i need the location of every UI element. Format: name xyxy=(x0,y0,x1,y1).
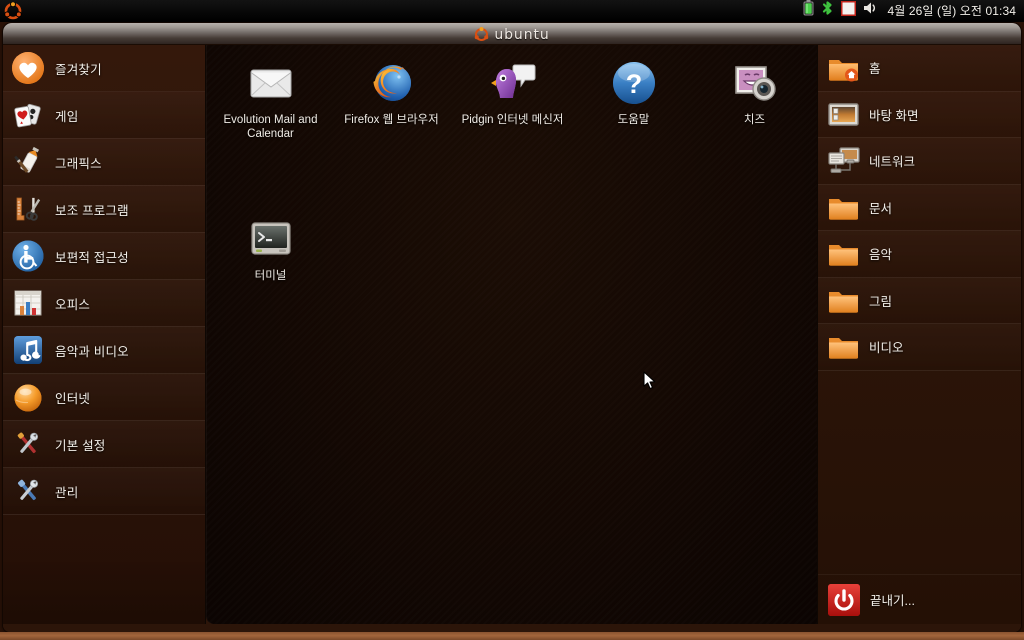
office-chart-icon xyxy=(11,286,45,320)
preferences-tools-icon xyxy=(11,427,45,461)
grid-row-gap xyxy=(210,151,817,209)
places-sidebar: 홈 바탕 화면 네트워크 문서 음악 그림 비디오 끝내기... xyxy=(817,45,1021,624)
place-item-music[interactable]: 음악 xyxy=(818,231,1021,278)
sound-video-note-icon xyxy=(11,333,45,367)
music-folder-icon xyxy=(827,237,860,270)
pictures-folder-icon xyxy=(827,284,860,317)
place-label: 음악 xyxy=(869,248,893,263)
bluetooth-icon[interactable] xyxy=(821,0,834,21)
desktop: 4월 26일 (일) 오전 01:34 ubuntu 즐겨찾기 게임 그래픽스 … xyxy=(0,0,1024,640)
ubuntu-logo-icon[interactable] xyxy=(4,0,22,20)
accessories-ruler-icon xyxy=(11,192,45,226)
sidebar-item-label: 기본 설정 xyxy=(55,438,106,453)
pidgin-bird-icon xyxy=(489,59,537,107)
sidebar-item-accessories[interactable]: 보조 프로그램 xyxy=(3,186,205,233)
place-label: 비디오 xyxy=(869,341,904,356)
window-body: 즐겨찾기 게임 그래픽스 보조 프로그램 보편적 접근성 오피스 음악과 비디오… xyxy=(3,45,1021,632)
sidebar-item-sound-video[interactable]: 음악과 비디오 xyxy=(3,327,205,374)
app-label: Evolution Mail and Calendar xyxy=(223,114,318,140)
app-cheese[interactable]: 치즈 xyxy=(694,53,815,151)
sidebar-item-preferences[interactable]: 기본 설정 xyxy=(3,421,205,468)
videos-folder-icon xyxy=(827,330,860,363)
app-label: 터미널 xyxy=(254,270,287,282)
administration-tools-icon xyxy=(11,474,45,508)
app-firefox[interactable]: Firefox 웹 브라우저 xyxy=(331,53,452,151)
place-item-home[interactable]: 홈 xyxy=(818,45,1021,92)
sidebar-item-label: 게임 xyxy=(55,109,79,124)
volume-icon[interactable] xyxy=(863,1,878,20)
place-label: 네트워크 xyxy=(869,155,916,170)
sidebar-item-label: 그래픽스 xyxy=(55,156,102,171)
category-sidebar: 즐겨찾기 게임 그래픽스 보조 프로그램 보편적 접근성 오피스 음악과 비디오… xyxy=(3,45,206,624)
sidebar-item-graphics[interactable]: 그래픽스 xyxy=(3,139,205,186)
place-item-network[interactable]: 네트워크 xyxy=(818,138,1021,185)
sidebar-filler xyxy=(3,562,205,624)
display-icon[interactable] xyxy=(840,0,856,21)
ubuntu-circle-icon xyxy=(474,27,489,42)
firefox-icon xyxy=(368,59,416,107)
place-label: 문서 xyxy=(869,201,893,216)
evolution-envelope-icon xyxy=(247,59,295,107)
app-label: Pidgin 인터넷 메신저 xyxy=(461,114,564,126)
window-title: ubuntu xyxy=(494,26,550,43)
graphics-paint-icon xyxy=(11,145,45,179)
app-pidgin[interactable]: Pidgin 인터넷 메신저 xyxy=(452,53,573,151)
sidebar-item-internet[interactable]: 인터넷 xyxy=(3,374,205,421)
quit-button[interactable]: 끝내기... xyxy=(818,574,1021,624)
accessibility-wheelchair-icon xyxy=(11,239,45,273)
sidebar-item-administration[interactable]: 관리 xyxy=(3,468,205,515)
app-terminal[interactable]: 터미널 xyxy=(210,209,331,294)
sidebar-item-games[interactable]: 게임 xyxy=(3,92,205,139)
place-label: 바탕 화면 xyxy=(869,108,919,123)
app-help[interactable]: ? 도움말 xyxy=(573,53,694,151)
place-label: 홈 xyxy=(869,62,881,77)
sidebar-item-label: 보편적 접근성 xyxy=(55,250,129,265)
sidebar-item-accessibility[interactable]: 보편적 접근성 xyxy=(3,233,205,280)
svg-text:?: ? xyxy=(625,69,642,99)
app-label: 도움말 xyxy=(617,114,650,126)
battery-icon[interactable] xyxy=(803,0,814,21)
window-titlebar: ubuntu xyxy=(3,23,1021,45)
sidebar-item-label: 즐겨찾기 xyxy=(55,62,102,77)
sidebar-item-label: 관리 xyxy=(55,485,79,500)
sidebar-item-label: 오피스 xyxy=(55,297,91,312)
app-label: Firefox 웹 브라우저 xyxy=(344,114,439,126)
power-icon xyxy=(828,583,860,616)
network-icon xyxy=(827,144,860,177)
app-evolution[interactable]: Evolution Mail and Calendar xyxy=(210,53,331,151)
place-label: 그림 xyxy=(869,294,893,309)
documents-folder-icon xyxy=(827,191,860,224)
clock[interactable]: 4월 26일 (일) 오전 01:34 xyxy=(885,2,1016,19)
help-question-icon: ? xyxy=(610,59,658,107)
sidebar-item-favorites[interactable]: 즐겨찾기 xyxy=(3,45,205,92)
place-item-videos[interactable]: 비디오 xyxy=(818,324,1021,371)
bottom-strip xyxy=(0,632,1024,640)
home-folder-icon xyxy=(827,51,860,84)
favorites-heart-icon xyxy=(11,51,45,85)
panel-left-area xyxy=(0,0,22,20)
place-item-desktop[interactable]: 바탕 화면 xyxy=(818,91,1021,138)
launcher-window: ubuntu 즐겨찾기 게임 그래픽스 보조 프로그램 보편적 접근성 오피스 … xyxy=(3,23,1021,632)
sidebar-item-label: 음악과 비디오 xyxy=(55,344,129,359)
sidebar-item-label: 보조 프로그램 xyxy=(55,203,129,218)
panel-tray: 4월 26일 (일) 오전 01:34 xyxy=(803,0,1024,21)
sidebar-item-office[interactable]: 오피스 xyxy=(3,280,205,327)
top-panel: 4월 26일 (일) 오전 01:34 xyxy=(0,0,1024,22)
places-spacer xyxy=(818,371,1021,575)
internet-globe-icon xyxy=(11,380,45,414)
place-item-documents[interactable]: 문서 xyxy=(818,184,1021,231)
quit-label: 끝내기... xyxy=(870,594,915,608)
application-grid: Evolution Mail and Calendar Firefox 웹 브라… xyxy=(206,45,817,294)
desktop-icon xyxy=(827,98,860,131)
app-label: 치즈 xyxy=(743,114,766,126)
games-cards-icon xyxy=(11,98,45,132)
sidebar-item-label: 인터넷 xyxy=(55,391,91,406)
place-item-pictures[interactable]: 그림 xyxy=(818,277,1021,324)
terminal-icon xyxy=(247,215,295,263)
application-area: Evolution Mail and Calendar Firefox 웹 브라… xyxy=(206,45,817,624)
cheese-webcam-icon xyxy=(731,59,779,107)
